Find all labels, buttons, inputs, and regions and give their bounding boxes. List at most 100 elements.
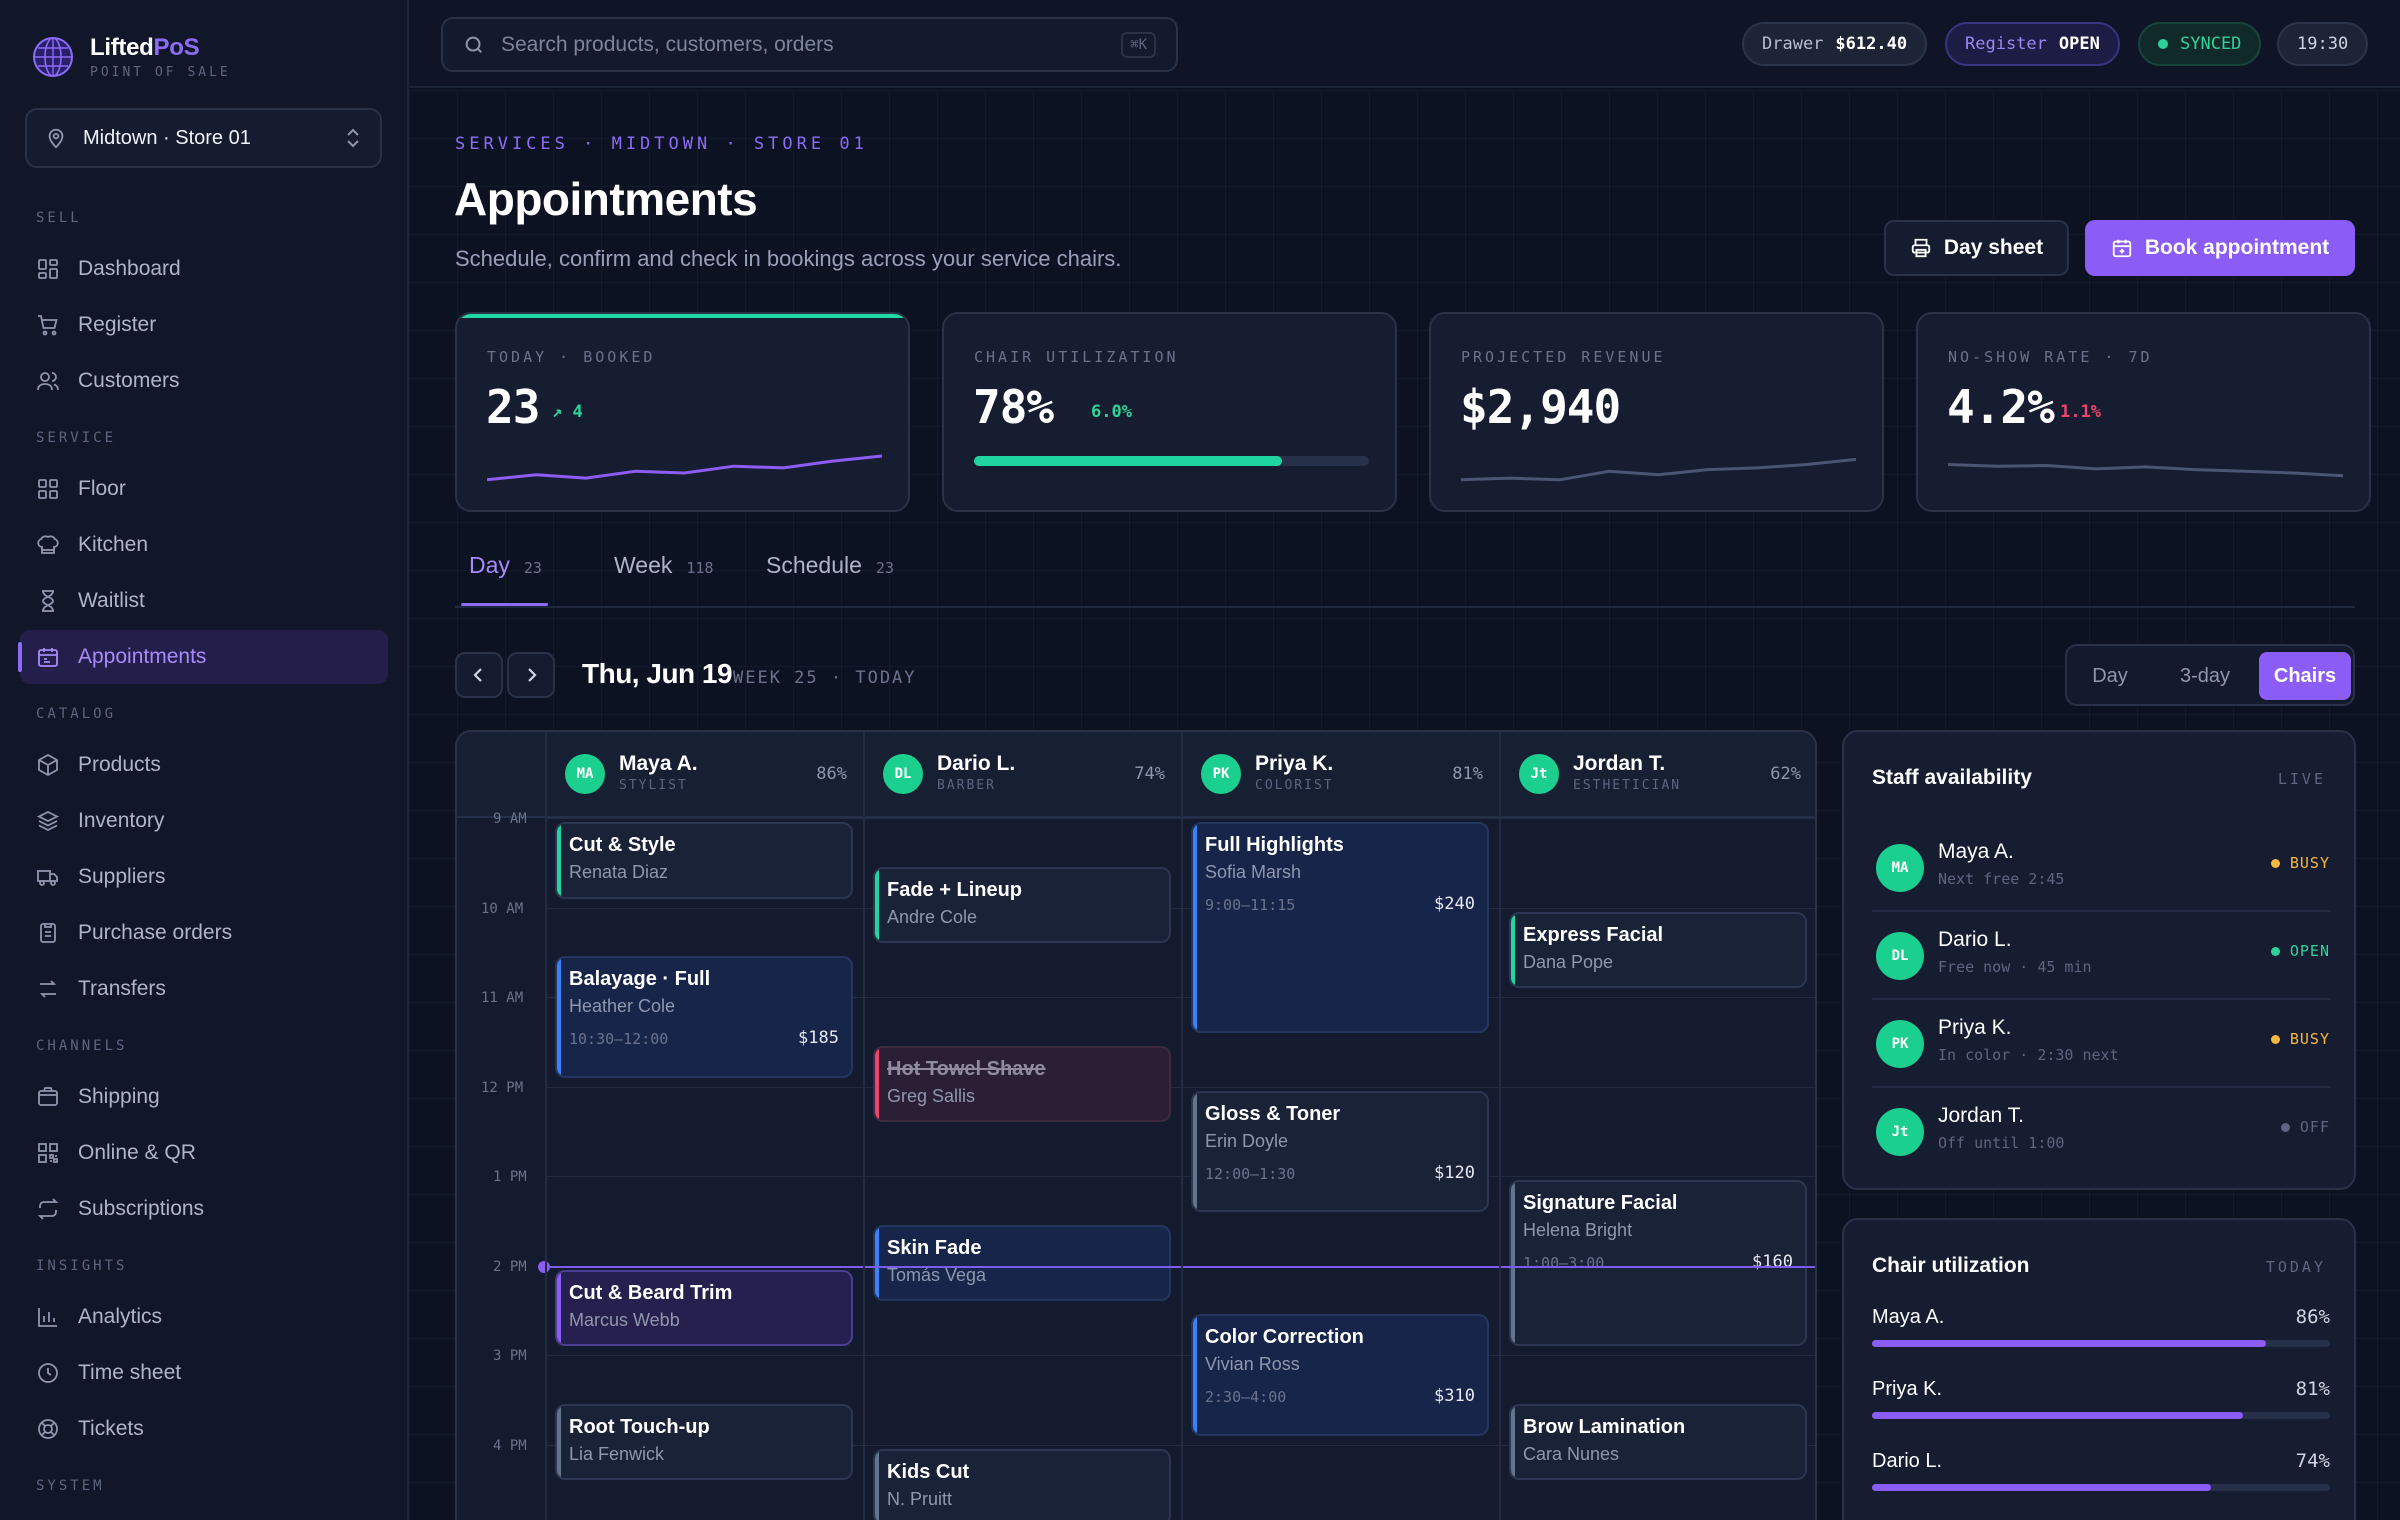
- tab-count: 118: [686, 559, 714, 577]
- sidebar-item-label: Kitchen: [78, 533, 149, 556]
- staff-utilization: 86%: [816, 764, 847, 784]
- current-date: Thu, Jun 19: [582, 658, 733, 689]
- sidebar-item-purchase-orders[interactable]: Purchase orders: [20, 906, 388, 960]
- kpi-delta: 1.1%: [2060, 402, 2101, 422]
- availability-row-maya-a[interactable]: MA Maya A. Next free 2:45 BUSY: [1872, 824, 2330, 912]
- sidebar-item-floor[interactable]: Floor: [20, 462, 388, 516]
- sidebar-item-register[interactable]: Register: [20, 298, 388, 352]
- sidebar-item-subscriptions[interactable]: Subscriptions: [20, 1182, 388, 1236]
- appointment-cut-style[interactable]: Cut & Style Renata Diaz: [555, 822, 853, 899]
- drawer-pill[interactable]: Drawer $612.40: [1742, 22, 1928, 66]
- appointment-hot-towel-shave[interactable]: Hot Towel Shave Greg Sallis: [873, 1045, 1171, 1123]
- staff-header-jordan-t[interactable]: Jt Jordan T. ESTHETICIAN 62%: [1519, 752, 1801, 796]
- sidebar-item-online-qr[interactable]: Online & QR: [20, 1126, 388, 1180]
- tab-schedule[interactable]: Schedule 23: [766, 552, 894, 598]
- appointment-root-touch-up[interactable]: Root Touch-up Lia Fenwick: [555, 1403, 853, 1481]
- column-separator: [545, 732, 547, 1520]
- view-chairs[interactable]: Chairs: [2259, 652, 2351, 700]
- appointment-client: Heather Cole: [569, 996, 676, 1017]
- sidebar-item-kitchen[interactable]: Kitchen: [20, 518, 388, 572]
- staff-name: Jordan T.: [1573, 752, 1666, 775]
- store-selector[interactable]: Midtown · Store 01: [25, 108, 382, 168]
- appointment-price: $310: [1434, 1386, 1475, 1407]
- sidebar-item-shipping[interactable]: Shipping: [20, 1070, 388, 1124]
- drawer-label: Drawer: [1762, 34, 1824, 54]
- avatar: DL: [1876, 932, 1924, 980]
- calendar-header: MA Maya A. STYLIST 86% DL Dario L. BARBER 74% PK…: [457, 732, 1815, 818]
- sidebar-item-appointments[interactable]: Appointments: [18, 630, 388, 684]
- sidebar-item-customers[interactable]: Customers: [20, 354, 388, 408]
- availability-row-priya-k[interactable]: PK Priya K. In color · 2:30 next BUSY: [1872, 1000, 2330, 1088]
- staff-role: BARBER: [937, 778, 996, 793]
- hour-label: 3 PM: [493, 1348, 527, 1364]
- online-qr-icon: [38, 1143, 58, 1163]
- search-input[interactable]: [501, 32, 1122, 57]
- hour-label: 9 AM: [493, 811, 527, 827]
- status-label: BUSY: [2289, 1030, 2330, 1048]
- appointment-client: Cara Nunes: [1523, 1443, 1620, 1464]
- sidebar-item-analytics[interactable]: Analytics: [20, 1290, 388, 1344]
- availability-row-jordan-t[interactable]: Jt Jordan T. Off until 1:00 OFF: [1872, 1088, 2330, 1176]
- staff-role: COLORIST: [1255, 778, 1334, 793]
- search-box[interactable]: ⌘K: [441, 17, 1178, 72]
- staff-header-priya-k[interactable]: PK Priya K. COLORIST 81%: [1201, 752, 1483, 796]
- sidebar-item-waitlist[interactable]: Waitlist: [20, 574, 388, 628]
- sync-status: SYNCED: [2180, 34, 2242, 54]
- appointment-express-facial[interactable]: Express Facial Dana Pope: [1509, 911, 1807, 989]
- sidebar-item-inventory[interactable]: Inventory: [20, 794, 388, 848]
- sidebar-item-label: Products: [78, 753, 161, 776]
- brand[interactable]: LiftedPoS POINT OF SALE: [32, 32, 231, 82]
- prev-day-button[interactable]: [455, 652, 503, 698]
- sidebar-item-time-sheet[interactable]: Time sheet: [20, 1346, 388, 1400]
- kpi-progress-fill: [974, 456, 1283, 466]
- kpi-value: 4.2%: [1947, 380, 2055, 434]
- sidebar-item-tickets[interactable]: Tickets: [20, 1402, 388, 1456]
- tab-week[interactable]: Week 118: [614, 552, 713, 598]
- appointment-color-correction[interactable]: Color Correction Vivian Ross 2:30–4:00 $310: [1191, 1314, 1489, 1436]
- staff-header-maya-a[interactable]: MA Maya A. STYLIST 86%: [565, 752, 847, 796]
- appointment-skin-fade[interactable]: Skin Fade Tomás Vega: [873, 1224, 1171, 1302]
- appointment-title: Fade + Lineup: [887, 878, 1023, 901]
- appointment-kids-cut[interactable]: Kids Cut N. Pruitt: [873, 1448, 1171, 1520]
- staff-name: Jordan T.: [1938, 1104, 2024, 1127]
- appointment-brow-lamination[interactable]: Brow Lamination Cara Nunes: [1509, 1403, 1807, 1481]
- appointment-signature-facial[interactable]: Signature Facial Helena Bright 1:00–3:00 $1…: [1509, 1180, 1807, 1347]
- staff-status-detail: Off until 1:00: [1938, 1134, 2065, 1152]
- appointment-gloss-toner[interactable]: Gloss & Toner Erin Doyle 12:00–1:30 $120: [1191, 1090, 1489, 1212]
- appointment-title: Cut & Beard Trim: [569, 1281, 733, 1304]
- sidebar-item-label: Time sheet: [78, 1361, 182, 1384]
- kpi-accent: [457, 314, 908, 318]
- customers-icon: [37, 372, 59, 391]
- register-label: Register: [1965, 34, 2047, 54]
- avatar: MA: [1876, 844, 1924, 892]
- appointment-balayage-full[interactable]: Balayage · Full Heather Cole 10:30–12:00 $1…: [555, 956, 853, 1078]
- tab-label: Week: [614, 552, 673, 578]
- sidebar-item-suppliers[interactable]: Suppliers: [20, 850, 388, 904]
- tab-day[interactable]: Day 23: [461, 552, 548, 606]
- sparkline-path: [1461, 457, 1856, 482]
- book-appointment-label: Book appointment: [2144, 236, 2330, 259]
- book-appointment-button[interactable]: Book appointment: [2085, 220, 2355, 276]
- sidebar-item-products[interactable]: Products: [20, 738, 388, 792]
- appointment-title: Hot Towel Shave: [887, 1057, 1046, 1080]
- appointment-cut-beard-trim[interactable]: Cut & Beard Trim Marcus Webb: [555, 1269, 853, 1347]
- sidebar-item-transfers[interactable]: Transfers: [20, 962, 388, 1016]
- appointment-fade-lineup[interactable]: Fade + Lineup Andre Cole: [873, 866, 1171, 944]
- time-sheet-icon: [38, 1363, 58, 1383]
- view-3-day[interactable]: 3-day: [2155, 652, 2255, 700]
- day-sheet-button[interactable]: Day sheet: [1884, 220, 2069, 276]
- appointment-full-highlights[interactable]: Full Highlights Sofia Marsh 9:00–11:15 $240: [1191, 822, 1489, 1033]
- date-subtitle: WEEK 25 · TODAY: [733, 668, 917, 688]
- staff-header-dario-l[interactable]: DL Dario L. BARBER 74%: [883, 752, 1165, 796]
- tab-label: Schedule: [766, 552, 862, 578]
- availability-row-dario-l[interactable]: DL Dario L. Free now · 45 min OPEN: [1872, 912, 2330, 1000]
- view-day[interactable]: Day: [2073, 652, 2147, 700]
- sync-pill[interactable]: SYNCED: [2138, 22, 2262, 66]
- staff-status-detail: Free now · 45 min: [1938, 958, 2092, 976]
- kpi-label: TODAY · BOOKED: [487, 348, 656, 366]
- sidebar-item-label: Appointments: [78, 645, 207, 668]
- next-day-button[interactable]: [507, 652, 555, 698]
- utilization-title: Chair utilization: [1872, 1254, 2030, 1277]
- register-pill[interactable]: Register OPEN: [1945, 22, 2120, 66]
- sidebar-item-dashboard[interactable]: Dashboard: [20, 242, 388, 296]
